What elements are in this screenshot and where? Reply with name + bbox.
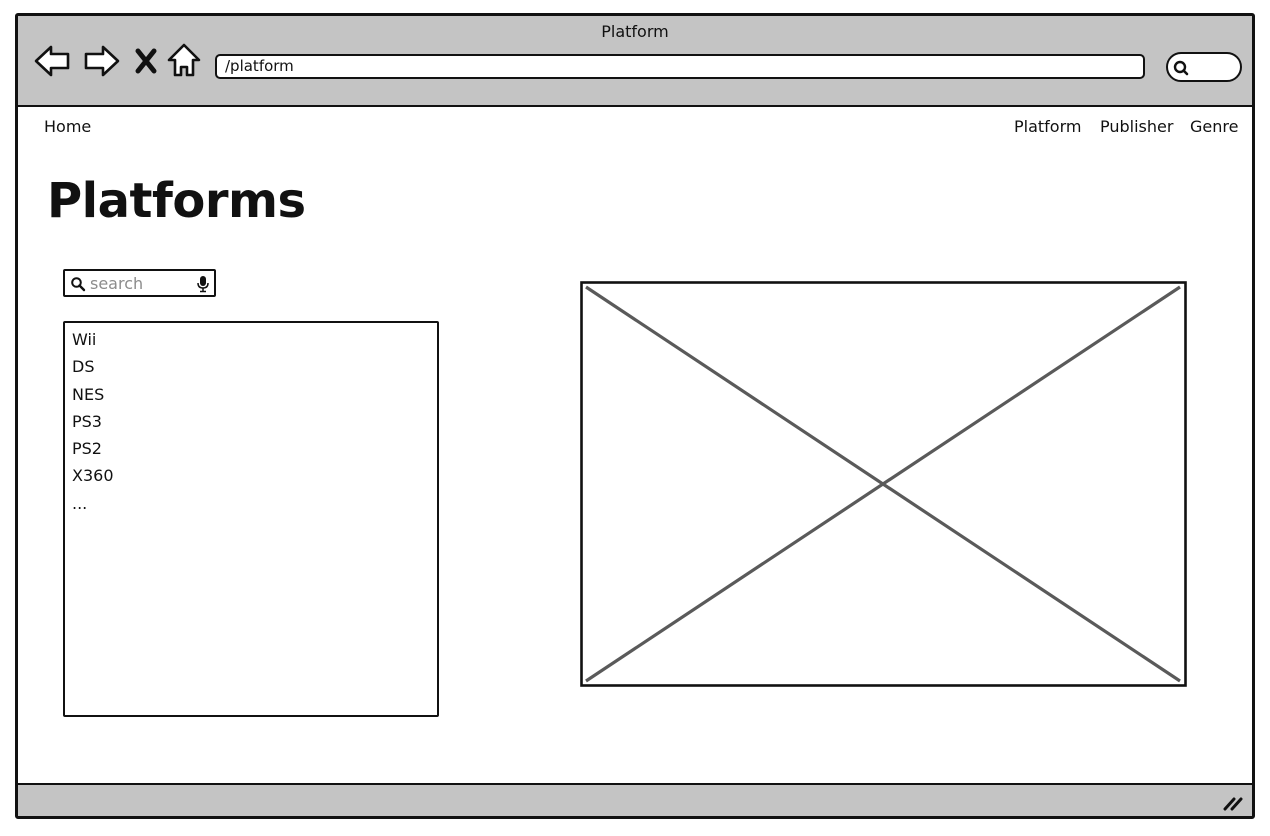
resize-grip-icon[interactable]: [1222, 795, 1244, 811]
list-item[interactable]: X360: [65, 462, 437, 489]
status-bar: [18, 783, 1252, 816]
list-item[interactable]: Wii: [65, 326, 437, 353]
back-arrow-icon[interactable]: [33, 41, 73, 81]
microphone-icon[interactable]: [197, 275, 209, 293]
browser-toolbar: Platform: [18, 16, 1252, 107]
search-icon: [1173, 60, 1189, 76]
stop-icon[interactable]: [130, 41, 162, 81]
platform-search-field[interactable]: [63, 269, 216, 297]
address-input[interactable]: [225, 57, 1098, 75]
list-item[interactable]: ...: [65, 490, 437, 517]
address-bar[interactable]: [215, 54, 1145, 79]
search-icon: [71, 277, 86, 292]
forward-arrow-icon[interactable]: [81, 41, 121, 81]
image-placeholder: [580, 281, 1187, 687]
menu-home-link[interactable]: Home: [44, 117, 91, 136]
home-icon[interactable]: [166, 41, 206, 81]
list-item[interactable]: DS: [65, 353, 437, 380]
menu-platform-link[interactable]: Platform: [1014, 117, 1081, 136]
list-item[interactable]: NES: [65, 381, 437, 408]
page-title: Platforms: [47, 173, 306, 229]
search-input[interactable]: [90, 273, 190, 293]
browser-window: Platform /platform Home Platform Publish…: [15, 13, 1255, 819]
window-title: Platform: [601, 22, 669, 41]
list-item[interactable]: PS3: [65, 408, 437, 435]
menu-genre-link[interactable]: Genre: [1190, 117, 1238, 136]
list-item[interactable]: PS2: [65, 435, 437, 462]
browser-search-button[interactable]: [1166, 52, 1242, 82]
platform-list[interactable]: Wii DS NES PS3 PS2 X360 ...: [63, 321, 439, 717]
menu-publisher-link[interactable]: Publisher: [1100, 117, 1173, 136]
